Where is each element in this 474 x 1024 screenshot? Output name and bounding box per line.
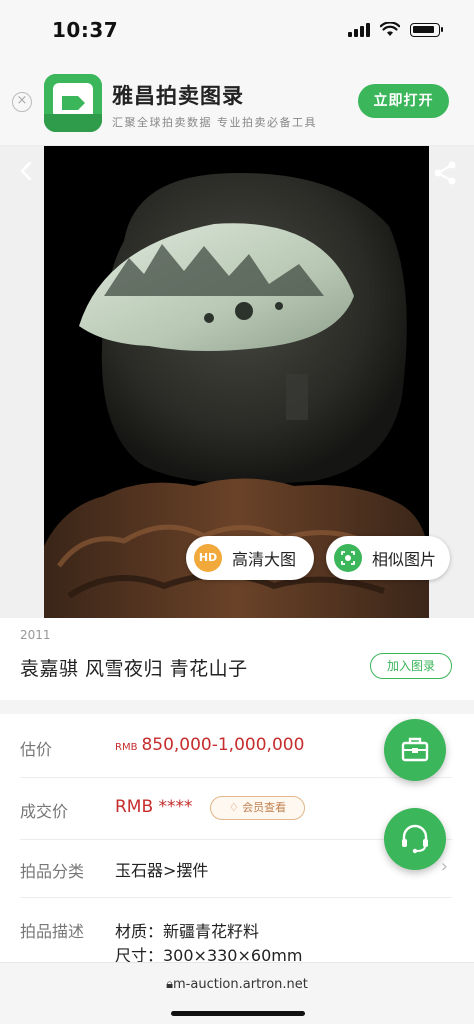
back-chevron-icon[interactable] — [16, 160, 38, 182]
estimate-value: RMB 850,000-1,000,000 — [115, 735, 304, 755]
app-title: 雅昌拍卖图录 — [112, 84, 244, 108]
member-view-button[interactable]: ♢ 会员查看 — [210, 796, 305, 820]
hd-image-label: 高清大图 — [232, 550, 297, 569]
lock-icon: 🔒︎ — [166, 977, 174, 992]
similar-images-button[interactable]: 相似图片 — [326, 536, 450, 580]
lot-title: 袁嘉骐 风雪夜归 青花山子 — [20, 658, 248, 680]
battery-icon — [410, 22, 443, 37]
estimate-currency: RMB — [115, 742, 138, 753]
diamond-icon: ♢ — [228, 801, 239, 814]
browser-url-bar[interactable]: 🔒︎m-auction.artron.net — [0, 962, 474, 1024]
add-to-catalog-button[interactable]: 加入图录 — [370, 653, 452, 679]
wifi-icon — [380, 22, 400, 36]
customer-service-fab[interactable] — [384, 808, 446, 870]
app-subtitle: 汇聚全球拍卖数据 专业拍卖必备工具 — [112, 116, 317, 129]
status-time: 10:37 — [52, 18, 119, 42]
share-icon[interactable] — [432, 160, 458, 186]
app-download-banner: × 雅昌拍卖图录 汇聚全球拍卖数据 专业拍卖必备工具 立即打开 — [0, 60, 474, 146]
member-view-label: 会员查看 — [242, 801, 287, 814]
deal-price-label: 成交价 — [20, 802, 69, 821]
close-banner-icon[interactable]: × — [12, 92, 32, 112]
category-value: 玉石器>摆件 — [115, 861, 209, 880]
url-display: 🔒︎m-auction.artron.net — [0, 977, 474, 992]
description-row: 拍品描述 材质：新疆青花籽料 尺寸：300×330×60mm — [20, 898, 452, 965]
status-bar: 10:37 — [0, 0, 474, 60]
category-label: 拍品分类 — [20, 862, 85, 881]
lot-image-area: HD 高清大图 相似图片 — [0, 146, 474, 618]
status-icons — [348, 22, 443, 37]
estimate-amount: 850,000-1,000,000 — [141, 735, 305, 755]
section-divider — [0, 700, 474, 714]
image-search-icon — [334, 544, 362, 572]
home-indicator[interactable] — [171, 1011, 305, 1016]
cellular-signal-icon — [348, 22, 370, 37]
deal-price-value: RMB **** — [115, 797, 193, 817]
briefcase-icon — [401, 737, 429, 762]
app-logo-icon — [44, 74, 102, 132]
material-value: 材质：新疆青花籽料 — [115, 922, 260, 941]
url-text: m-auction.artron.net — [173, 977, 308, 992]
description-label: 拍品描述 — [20, 922, 85, 941]
headset-icon — [402, 824, 428, 854]
hd-icon: HD — [194, 544, 222, 572]
similar-images-label: 相似图片 — [372, 550, 437, 569]
lot-year: 2011 — [20, 628, 51, 642]
open-app-button[interactable]: 立即打开 — [358, 84, 449, 118]
estimate-label: 估价 — [20, 740, 53, 759]
hd-image-button[interactable]: HD 高清大图 — [186, 536, 314, 580]
briefcase-fab[interactable] — [384, 719, 446, 781]
